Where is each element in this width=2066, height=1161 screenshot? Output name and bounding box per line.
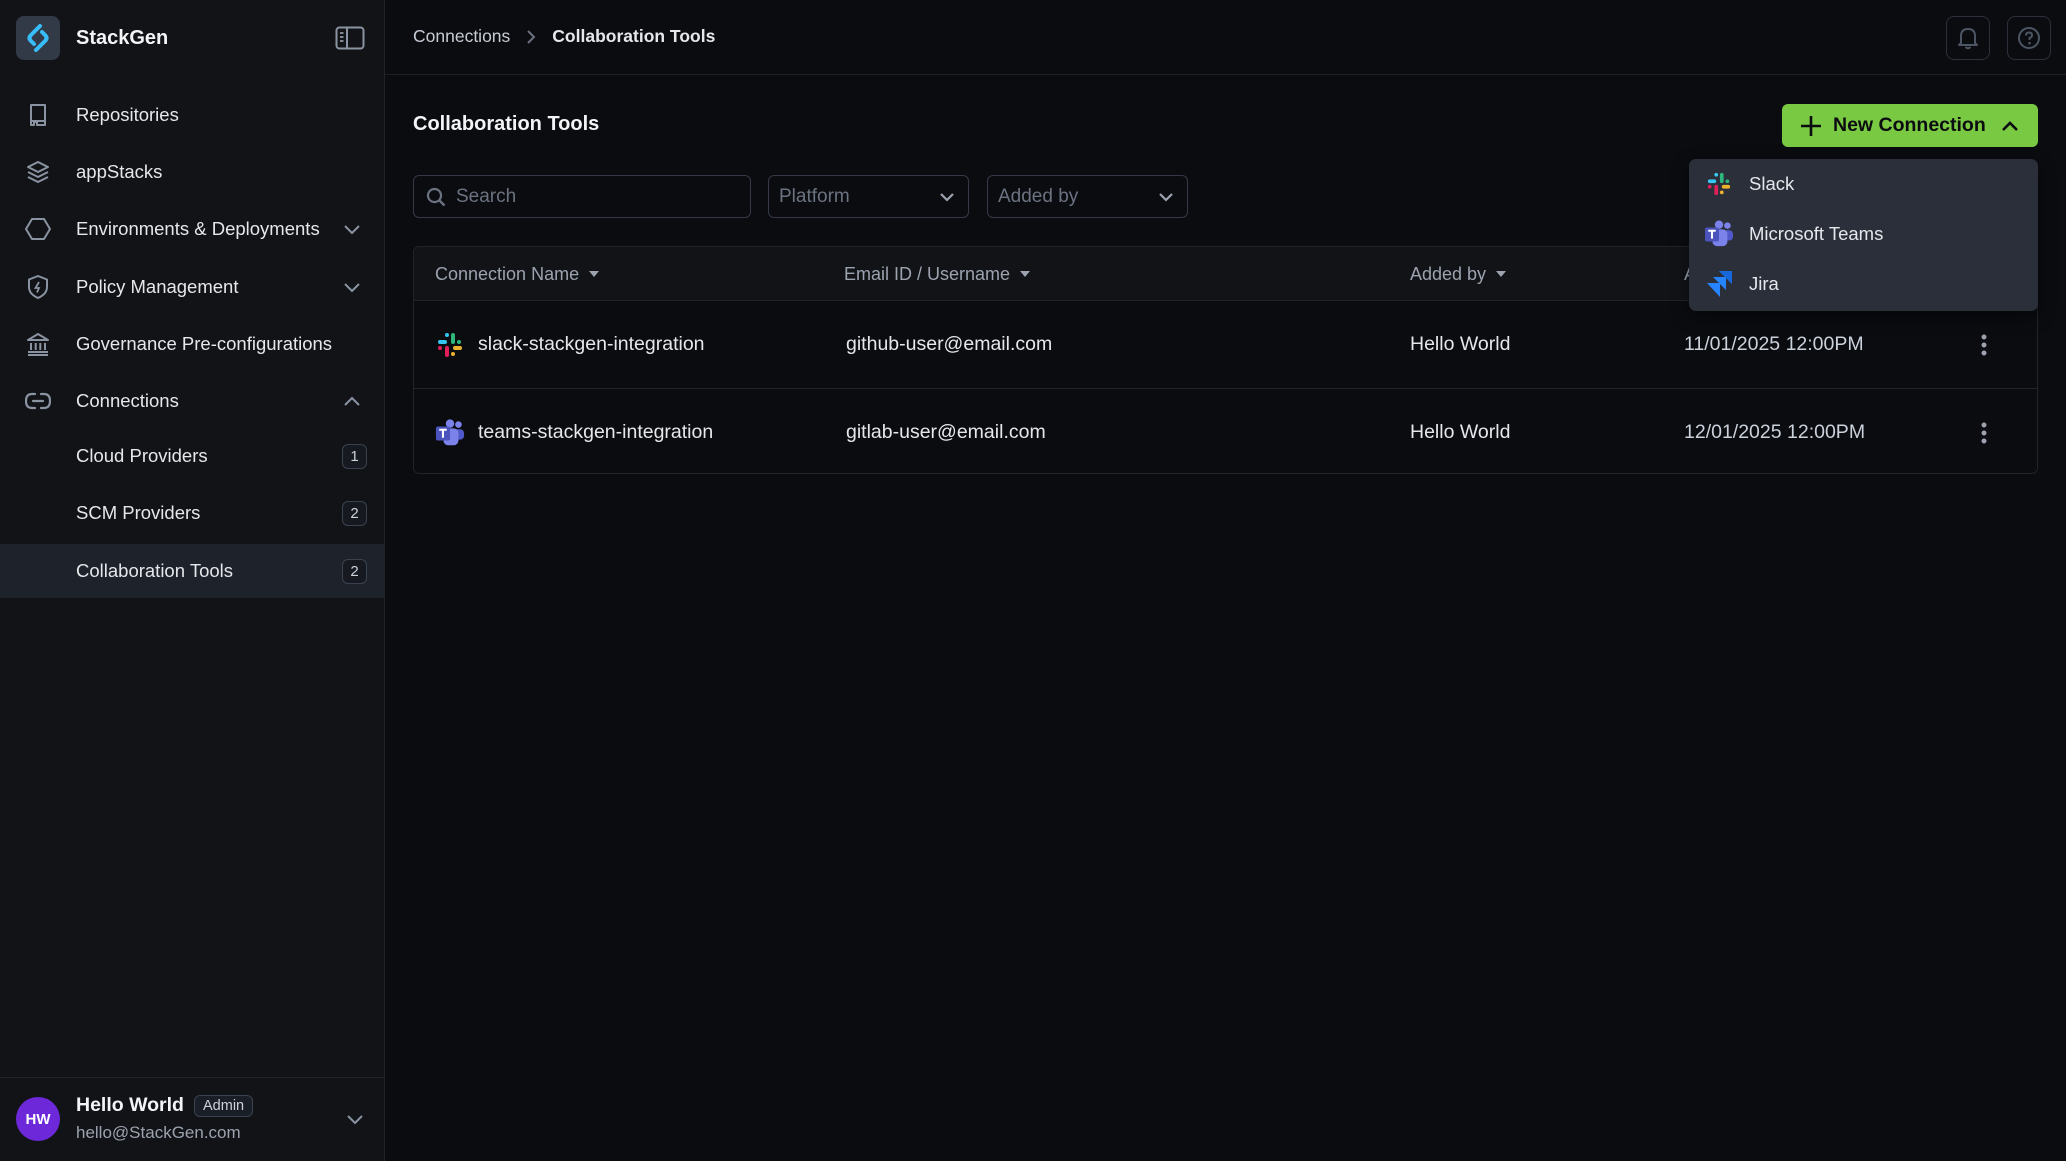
sidebar-item-environments-deployments[interactable]: Environments & Deployments — [0, 209, 384, 249]
microsoft-teams-icon — [435, 418, 465, 448]
user-email: hello@StackGen.com — [76, 1123, 241, 1142]
help-button[interactable] — [2007, 16, 2051, 60]
column-header-email[interactable]: Email ID / Username — [844, 247, 1031, 301]
sidebar-toggle-button[interactable] — [334, 26, 366, 50]
user-profile[interactable]: HW Hello World Admin hello@StackGen.com — [0, 1077, 384, 1161]
sidebar-panel-icon — [335, 26, 365, 50]
microsoft-teams-icon — [1704, 219, 1734, 249]
count-badge: 2 — [342, 558, 367, 584]
menu-item-microsoft-teams[interactable]: Microsoft Teams — [1689, 210, 2038, 258]
chevron-down-icon[interactable] — [344, 1108, 366, 1130]
sort-icon — [589, 271, 600, 277]
column-header-connection-name[interactable]: Connection Name — [435, 247, 600, 301]
menu-item-jira[interactable]: Jira — [1689, 260, 2038, 308]
sidebar-item-scm-providers[interactable]: SCM Providers 2 — [0, 493, 384, 533]
notifications-button[interactable] — [1946, 16, 1990, 60]
connection-name: teams-stackgen-integration — [478, 421, 714, 443]
chevron-down-icon[interactable] — [342, 219, 362, 239]
sidebar-item-connections[interactable]: Connections — [0, 381, 384, 421]
help-icon — [2018, 27, 2040, 49]
sidebar: StackGen Repositories appStacks Environm… — [0, 0, 385, 1161]
slack-icon — [435, 330, 465, 360]
email: gitlab-user@email.com — [846, 421, 1046, 443]
chevron-down-icon[interactable] — [342, 277, 362, 297]
chevron-down-icon — [938, 188, 956, 206]
email: github-user@email.com — [846, 333, 1053, 355]
more-options-icon[interactable] — [1972, 419, 1996, 447]
new-connection-button[interactable]: New Connection — [1782, 104, 2038, 147]
brand[interactable]: StackGen — [16, 16, 168, 60]
chevron-right-icon — [526, 29, 536, 45]
breadcrumb-current: Collaboration Tools — [552, 26, 716, 46]
search-field[interactable] — [413, 175, 751, 218]
chevron-up-icon — [2000, 116, 2020, 136]
added-by: Hello World — [1410, 333, 1511, 355]
breadcrumb: Connections Collaboration Tools — [413, 26, 715, 47]
more-options-icon[interactable] — [1972, 331, 1996, 359]
sidebar-item-cloud-providers[interactable]: Cloud Providers 1 — [0, 436, 384, 476]
sort-icon — [1496, 271, 1507, 277]
count-badge: 2 — [342, 500, 367, 526]
bell-icon — [1958, 28, 1978, 50]
table-row[interactable]: slack-stackgen-integration github-user@e… — [414, 301, 2037, 388]
added-by-filter-dropdown[interactable]: Added by — [987, 175, 1188, 218]
count-badge: 1 — [342, 443, 367, 469]
sidebar-item-collaboration-tools[interactable]: Collaboration Tools 2 — [0, 544, 384, 598]
search-input[interactable] — [456, 185, 736, 208]
sidebar-item-repositories[interactable]: Repositories — [0, 95, 384, 135]
page-title: Collaboration Tools — [413, 113, 600, 135]
breadcrumb-connections[interactable]: Connections — [413, 26, 510, 47]
layers-icon — [25, 159, 51, 185]
connection-name: slack-stackgen-integration — [478, 333, 705, 355]
link-icon — [25, 388, 51, 414]
chevron-up-icon[interactable] — [342, 391, 362, 411]
repository-icon — [25, 102, 51, 128]
plus-icon — [1799, 114, 1823, 138]
sidebar-item-policy-management[interactable]: Policy Management — [0, 267, 384, 307]
menu-item-slack[interactable]: Slack — [1689, 160, 2038, 208]
added-by: Hello World — [1410, 421, 1511, 443]
column-header-added-by[interactable]: Added by — [1410, 247, 1507, 301]
top-bar: Connections Collaboration Tools — [385, 0, 2066, 75]
stackgen-logo-icon — [16, 16, 60, 60]
sidebar-item-governance-pre-configurations[interactable]: Governance Pre-configurations — [0, 324, 384, 364]
added-on: 11/01/2025 12:00PM — [1684, 333, 1864, 355]
chevron-down-icon — [1157, 188, 1175, 206]
sort-icon — [1020, 271, 1031, 277]
brand-name: StackGen — [76, 26, 169, 49]
bank-icon — [25, 331, 51, 357]
jira-icon — [1704, 269, 1734, 299]
platform-filter-dropdown[interactable]: Platform — [768, 175, 969, 218]
shield-icon — [25, 274, 51, 300]
hexagon-icon — [25, 216, 51, 242]
search-icon — [426, 187, 446, 207]
new-connection-menu: Slack Microsoft Teams Jira — [1689, 159, 2038, 311]
slack-icon — [1704, 169, 1734, 199]
role-badge: Admin — [194, 1095, 254, 1117]
table-row[interactable]: teams-stackgen-integration gitlab-user@e… — [414, 388, 2037, 473]
user-name: Hello World — [76, 1094, 184, 1116]
sidebar-item-appstacks[interactable]: appStacks — [0, 152, 384, 192]
avatar: HW — [16, 1097, 60, 1141]
added-on: 12/01/2025 12:00PM — [1684, 421, 1866, 443]
